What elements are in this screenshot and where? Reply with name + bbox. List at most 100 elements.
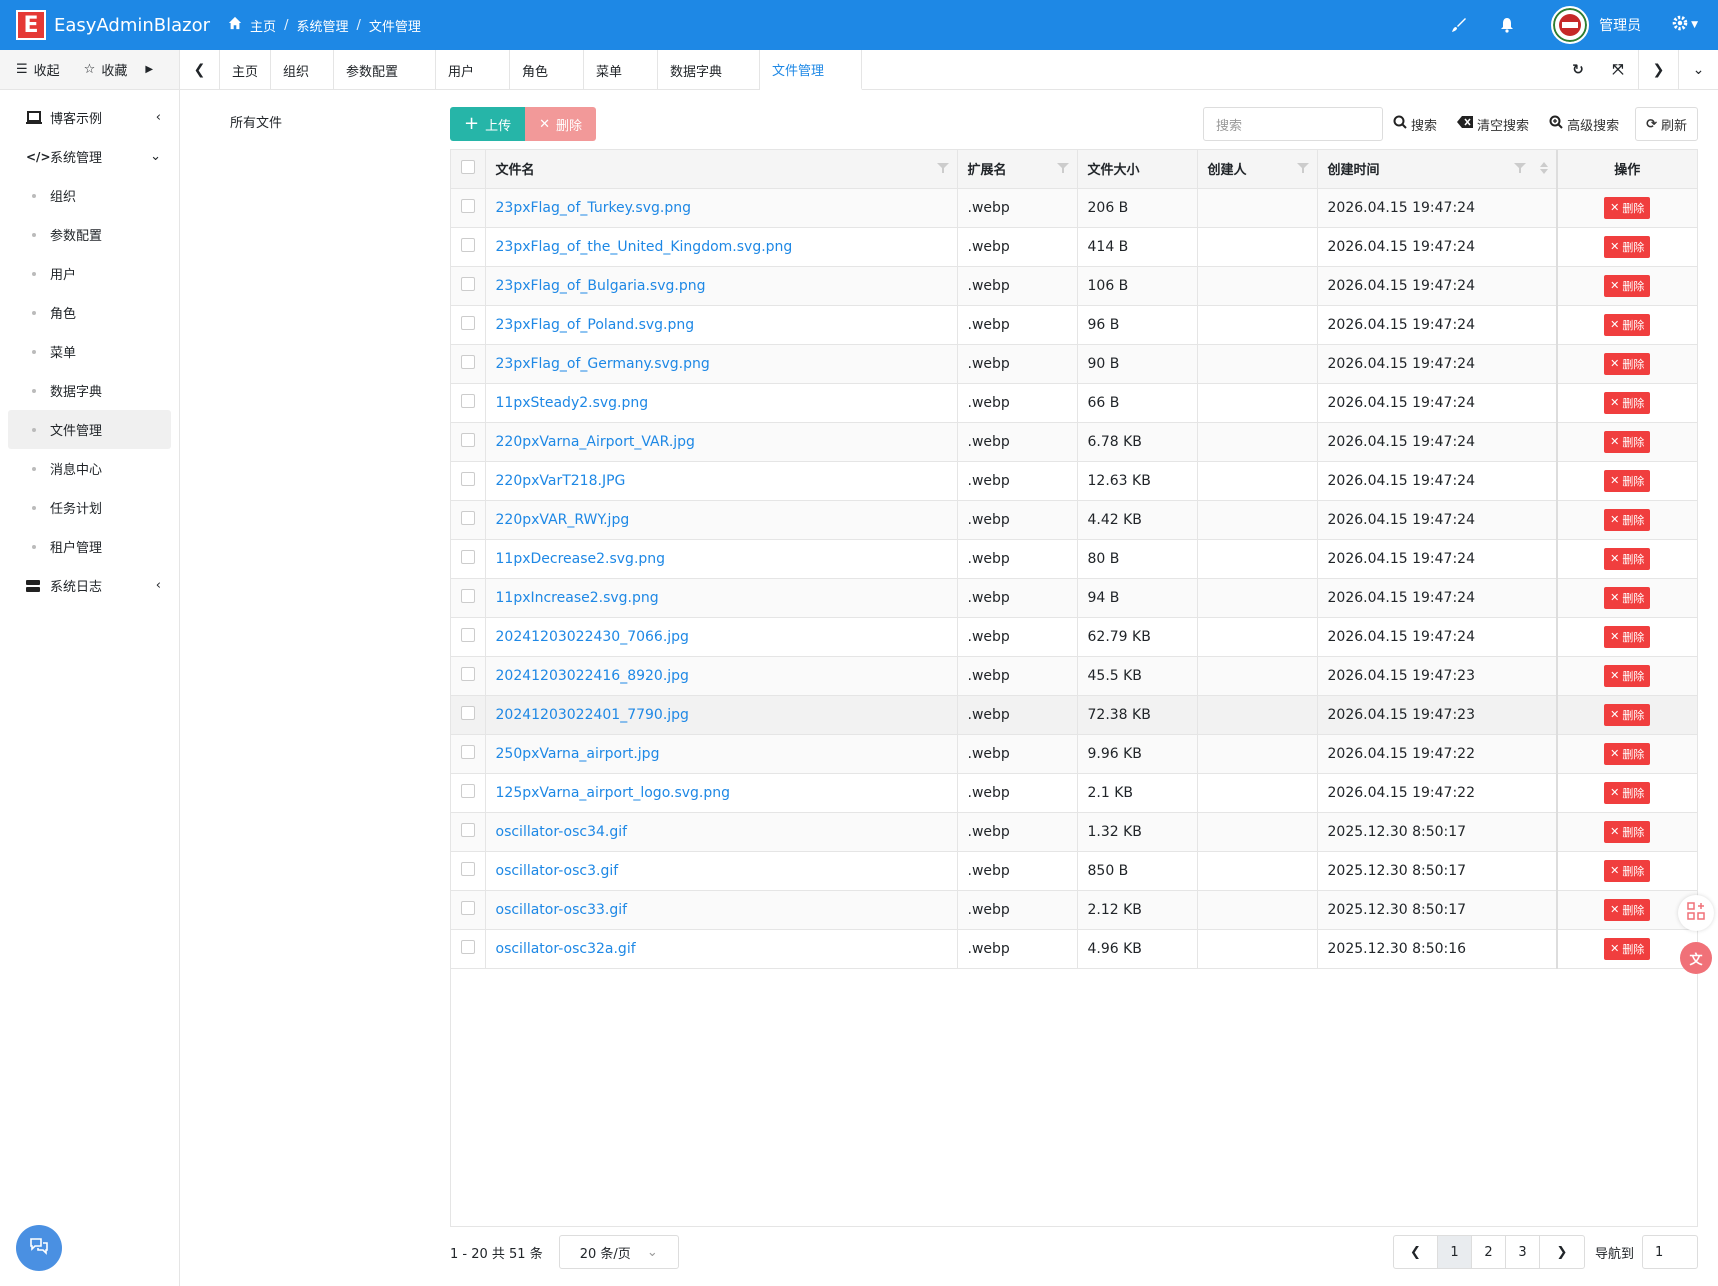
filename-link[interactable]: 11pxDecrease2.svg.png [496,551,666,567]
filename-link[interactable]: 23pxFlag_of_Turkey.svg.png [496,200,691,216]
table-row[interactable]: oscillator-osc34.gif .webp 1.32 KB 2025.12.… [451,812,1698,852]
favorites-button[interactable]: ☆ 收藏 [60,60,128,79]
column-header-creator[interactable]: 创建人 [1197,150,1318,189]
row-delete-button[interactable]: ✕ 删除 [1604,391,1651,414]
row-delete-button[interactable]: ✕ 删除 [1604,703,1651,726]
row-delete-button[interactable]: ✕ 删除 [1604,352,1651,375]
filename-link[interactable]: oscillator-osc32a.gif [496,941,636,957]
collapse-button[interactable]: ☰ 收起 [0,60,60,79]
filter-icon[interactable] [1056,162,1069,178]
row-checkbox[interactable] [461,549,475,564]
row-delete-button[interactable]: ✕ 删除 [1604,274,1651,297]
sidebar-item-org[interactable]: 组织 [8,176,171,215]
table-row[interactable]: 11pxIncrease2.svg.png .webp 94 B 2026.04.15… [451,578,1698,618]
batch-delete-button[interactable]: ✕ 删除 [525,107,597,141]
table-row[interactable]: 23pxFlag_of_Bulgaria.svg.png .webp 106 B 20… [451,266,1698,306]
row-checkbox[interactable] [461,354,475,369]
row-delete-button[interactable]: ✕ 删除 [1604,430,1651,453]
row-delete-button[interactable]: ✕ 删除 [1604,898,1651,921]
table-row[interactable]: 23pxFlag_of_the_United_Kingdom.svg.png .w… [451,227,1698,267]
filename-link[interactable]: oscillator-osc3.gif [496,863,619,879]
row-checkbox[interactable] [461,939,475,954]
filename-link[interactable]: 250pxVarna_airport.jpg [496,746,660,762]
row-checkbox[interactable] [461,588,475,603]
goto-page-input[interactable]: 1 [1642,1235,1698,1269]
filename-link[interactable]: 220pxVarT218.JPG [496,473,626,489]
row-checkbox[interactable] [461,432,475,447]
column-header-created[interactable]: 创建时间 [1317,150,1558,189]
tab-users[interactable]: 用户 [436,50,511,90]
column-header-ext[interactable]: 扩展名 [957,150,1078,189]
filename-link[interactable]: 220pxVAR_RWY.jpg [496,512,630,528]
sidebar-item-menus[interactable]: 菜单 [8,332,171,371]
row-checkbox[interactable] [461,510,475,525]
table-row[interactable]: 125pxVarna_airport_logo.svg.png .webp 2.1 … [451,773,1698,813]
tab-scroll-right[interactable]: ❯ [1638,50,1678,90]
page-size-select[interactable]: 20 条/页 ⌄ [558,1235,679,1269]
row-delete-button[interactable]: ✕ 删除 [1604,313,1651,336]
table-row[interactable]: 220pxVarna_Airport_VAR.jpg .webp 6.78 KB 20… [451,422,1698,462]
bell-icon[interactable] [1497,15,1517,35]
sidebar-item-roles[interactable]: 角色 [8,293,171,332]
filename-link[interactable]: 23pxFlag_of_the_United_Kingdom.svg.png [496,239,793,255]
prev-page-button[interactable]: ❮ [1394,1236,1438,1268]
widget-button[interactable] [1678,895,1714,931]
sidebar-item-files[interactable]: 文件管理 [8,410,171,449]
breadcrumb-home[interactable]: 主页 [250,16,276,35]
filename-link[interactable]: 20241203022401_7790.jpg [496,707,689,723]
row-delete-button[interactable]: ✕ 删除 [1604,625,1651,648]
filter-icon[interactable] [1296,162,1309,178]
caret-right-icon[interactable]: ▶ [145,64,153,75]
row-checkbox[interactable] [461,822,475,837]
reload-button[interactable]: ↻ [1558,50,1598,90]
upload-button[interactable]: + 上传 [450,107,526,141]
sidebar-item-users[interactable]: 用户 [8,254,171,293]
filename-link[interactable]: 11pxIncrease2.svg.png [496,590,659,606]
filename-link[interactable]: 23pxFlag_of_Germany.svg.png [496,356,710,372]
sidebar-item-params[interactable]: 参数配置 [8,215,171,254]
row-delete-button[interactable]: ✕ 删除 [1604,781,1651,804]
row-delete-button[interactable]: ✕ 删除 [1604,859,1651,882]
sidebar-item-logs[interactable]: 系统日志 ‹ [8,566,171,605]
fullscreen-button[interactable]: ⤧ [1598,50,1638,90]
row-delete-button[interactable]: ✕ 删除 [1604,820,1651,843]
refresh-button[interactable]: ⟳ 刷新 [1635,107,1698,141]
row-checkbox[interactable] [461,237,475,252]
app-logo[interactable]: E [16,10,46,40]
row-checkbox[interactable] [461,198,475,213]
advanced-search-button[interactable]: 高级搜索 [1539,107,1629,141]
filename-link[interactable]: 23pxFlag_of_Poland.svg.png [496,317,695,333]
app-name[interactable]: EasyAdminBlazor [54,15,210,36]
user-name[interactable]: 管理员 [1599,15,1641,35]
row-delete-button[interactable]: ✕ 删除 [1604,742,1651,765]
table-row[interactable]: 11pxDecrease2.svg.png .webp 80 B 2026.04.15… [451,539,1698,579]
table-row[interactable]: 23pxFlag_of_Turkey.svg.png .webp 206 B 2026… [451,188,1698,228]
filename-link[interactable]: oscillator-osc34.gif [496,824,628,840]
tab-menus[interactable]: 菜单 [584,50,659,90]
row-checkbox[interactable] [461,627,475,642]
row-delete-button[interactable]: ✕ 删除 [1604,937,1651,960]
table-row[interactable]: 20241203022401_7790.jpg .webp 72.38 KB 2026… [451,695,1698,735]
search-input[interactable]: 搜索 [1203,107,1384,141]
row-delete-button[interactable]: ✕ 删除 [1604,547,1651,570]
sidebar-item-blog[interactable]: 博客示例 ‹ [8,98,171,137]
chat-button[interactable] [16,1225,62,1271]
row-checkbox[interactable] [461,666,475,681]
table-row[interactable]: 23pxFlag_of_Germany.svg.png .webp 90 B 2026… [451,344,1698,384]
row-delete-button[interactable]: ✕ 删除 [1604,508,1651,531]
tab-dictionary[interactable]: 数据字典 [658,50,761,90]
row-delete-button[interactable]: ✕ 删除 [1604,469,1651,492]
row-checkbox[interactable] [461,705,475,720]
page-button[interactable]: 1 [1437,1236,1472,1268]
sidebar-item-dictionary[interactable]: 数据字典 [8,371,171,410]
row-checkbox[interactable] [461,861,475,876]
tab-menu-dropdown[interactable]: ⌄ [1678,50,1718,90]
table-row[interactable]: 220pxVAR_RWY.jpg .webp 4.42 KB 2026.04.15 1… [451,500,1698,540]
filename-link[interactable]: 20241203022430_7066.jpg [496,629,689,645]
sidebar-item-system[interactable]: </> 系统管理 ⌄ [8,137,171,176]
filter-icon[interactable] [1514,162,1526,178]
table-row[interactable]: 250pxVarna_airport.jpg .webp 9.96 KB 2026.0… [451,734,1698,774]
sidebar-item-messages[interactable]: 消息中心 [8,449,171,488]
table-row[interactable]: 220pxVarT218.JPG .webp 12.63 KB 2026.04.15 … [451,461,1698,501]
row-delete-button[interactable]: ✕ 删除 [1604,586,1651,609]
